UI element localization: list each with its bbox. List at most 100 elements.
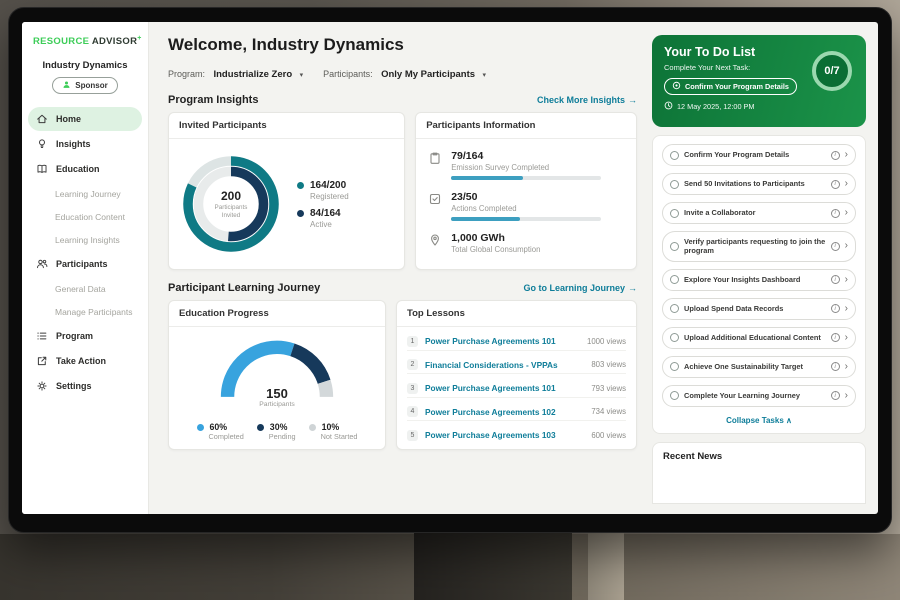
todo-progress-count: 0/7: [808, 47, 856, 95]
task-label: Explore Your Insights Dashboard: [684, 275, 826, 284]
sidebar: RESOURCE ADVISOR+ Industry Dynamics Spon…: [22, 22, 149, 514]
monitor-frame: RESOURCE ADVISOR+ Industry Dynamics Spon…: [8, 7, 892, 533]
target-icon: [672, 81, 681, 92]
task-row[interactable]: Achieve One Sustainability Target i ›: [662, 356, 856, 378]
logo-text-primary: RESOURCE: [33, 36, 89, 47]
task-row[interactable]: Verify participants requesting to join t…: [662, 231, 856, 262]
sidebar-item-label: Learning Journey: [55, 189, 121, 199]
task-row[interactable]: Invite a Collaborator i ›: [662, 202, 856, 224]
task-list-card: Confirm Your Program Details i › Send 50…: [652, 135, 866, 434]
sidebar-item-participants[interactable]: Participants: [28, 252, 142, 276]
logo-text-secondary: ADVISOR: [92, 36, 137, 47]
sidebar-item-settings[interactable]: Settings: [28, 374, 142, 398]
gauge-center-label: Participants: [213, 401, 341, 408]
chevron-right-icon[interactable]: ›: [845, 391, 848, 401]
task-checkbox[interactable]: [670, 151, 679, 160]
info-icon[interactable]: i: [831, 180, 840, 189]
lesson-title-link[interactable]: Power Purchase Agreements 103: [425, 430, 584, 440]
info-icon[interactable]: i: [831, 275, 840, 284]
registered-dot: [297, 182, 304, 189]
info-icon[interactable]: i: [831, 333, 840, 342]
legend-label: Pending: [269, 432, 296, 441]
lesson-views: 803 views: [591, 360, 626, 369]
invited-donut-chart: 200 Participants Invited: [179, 152, 283, 256]
task-checkbox[interactable]: [670, 304, 679, 313]
task-label: Complete Your Learning Journey: [684, 391, 826, 400]
chevron-down-icon[interactable]: ▾: [483, 72, 487, 79]
lesson-title-link[interactable]: Power Purchase Agreements 102: [425, 407, 584, 417]
participants-filter-value[interactable]: Only My Participants: [381, 69, 475, 80]
external-action-icon: [35, 355, 48, 368]
sidebar-item-label: Participants: [56, 259, 108, 269]
next-task-pill[interactable]: Confirm Your Program Details: [664, 78, 797, 95]
chevron-right-icon[interactable]: ›: [845, 241, 848, 251]
task-checkbox[interactable]: [670, 275, 679, 284]
legend-item-active: 84/164 Active: [297, 208, 349, 229]
sidebar-item-general-data[interactable]: General Data: [22, 277, 148, 300]
stat-emission-survey: 79/164 Emission Survey Completed: [428, 150, 624, 180]
completed-dot: [197, 424, 204, 431]
chevron-right-icon[interactable]: ›: [845, 333, 848, 343]
lesson-title-link[interactable]: Power Purchase Agreements 101: [425, 383, 584, 393]
legend-value: 10%: [322, 422, 340, 432]
chevron-right-icon[interactable]: ›: [845, 275, 848, 285]
card-title: Participants Information: [416, 113, 636, 139]
todo-summary-card: Your To Do List Complete Your Next Task:…: [652, 35, 866, 127]
progress-bar: [451, 176, 601, 180]
collapse-tasks-link[interactable]: Collapse Tasks ∧: [662, 414, 856, 430]
info-icon[interactable]: i: [831, 151, 840, 160]
sidebar-item-learning-insights[interactable]: Learning Insights: [22, 228, 148, 251]
recent-news-card: Recent News: [652, 442, 866, 505]
link-label: Check More Insights: [537, 95, 625, 105]
task-checkbox[interactable]: [670, 242, 679, 251]
info-icon[interactable]: i: [831, 391, 840, 400]
task-row[interactable]: Upload Additional Educational Content i …: [662, 327, 856, 349]
sidebar-item-take-action[interactable]: Take Action: [28, 349, 142, 373]
lesson-rank: 4: [407, 406, 418, 417]
sidebar-item-label: Insights: [56, 139, 91, 149]
chevron-down-icon[interactable]: ▾: [300, 72, 304, 79]
sidebar-item-program[interactable]: Program: [28, 324, 142, 348]
sidebar-item-insights[interactable]: Insights: [28, 132, 142, 156]
lesson-title-link[interactable]: Financial Considerations - VPPAs: [425, 360, 584, 370]
card-title: Top Lessons: [397, 301, 636, 327]
program-filter[interactable]: Program: Industrialize Zero ▾: [168, 64, 303, 82]
program-filter-value[interactable]: Industrialize Zero: [213, 69, 292, 80]
book-icon: [35, 163, 48, 176]
task-checkbox[interactable]: [670, 362, 679, 371]
task-row[interactable]: Upload Spend Data Records i ›: [662, 298, 856, 320]
info-icon[interactable]: i: [831, 304, 840, 313]
chevron-right-icon[interactable]: ›: [845, 362, 848, 372]
chevron-right-icon[interactable]: ›: [845, 304, 848, 314]
check-more-insights-link[interactable]: Check More Insights→: [537, 95, 637, 105]
sidebar-item-education[interactable]: Education: [28, 157, 142, 181]
invited-participants-card: Invited Participants 200 Participants In…: [168, 112, 405, 270]
legend-label: Not Started: [321, 432, 358, 441]
sidebar-item-learning-journey[interactable]: Learning Journey: [22, 182, 148, 205]
task-checkbox[interactable]: [670, 180, 679, 189]
task-row[interactable]: Confirm Your Program Details i ›: [662, 144, 856, 166]
participants-filter[interactable]: Participants: Only My Participants ▾: [323, 64, 486, 82]
info-icon[interactable]: i: [831, 362, 840, 371]
task-checkbox[interactable]: [670, 209, 679, 218]
chevron-right-icon[interactable]: ›: [845, 208, 848, 218]
info-icon[interactable]: i: [831, 209, 840, 218]
go-to-learning-journey-link[interactable]: Go to Learning Journey→: [523, 283, 637, 293]
task-checkbox[interactable]: [670, 391, 679, 400]
lesson-title-link[interactable]: Power Purchase Agreements 101: [425, 336, 580, 346]
task-checkbox[interactable]: [670, 333, 679, 342]
task-row[interactable]: Send 50 Invitations to Participants i ›: [662, 173, 856, 195]
sidebar-item-education-content[interactable]: Education Content: [22, 205, 148, 228]
task-row[interactable]: Complete Your Learning Journey i ›: [662, 385, 856, 407]
task-row[interactable]: Explore Your Insights Dashboard i ›: [662, 269, 856, 291]
sidebar-item-label: Program: [56, 331, 93, 341]
sponsor-badge: Sponsor: [52, 77, 117, 94]
chevron-right-icon[interactable]: ›: [845, 150, 848, 160]
info-icon[interactable]: i: [831, 242, 840, 251]
lesson-views: 793 views: [591, 384, 626, 393]
sidebar-item-home[interactable]: Home: [28, 107, 142, 131]
chevron-up-icon: ∧: [786, 416, 792, 425]
lesson-rank: 2: [407, 359, 418, 370]
sidebar-item-manage-participants[interactable]: Manage Participants: [22, 300, 148, 323]
chevron-right-icon[interactable]: ›: [845, 179, 848, 189]
